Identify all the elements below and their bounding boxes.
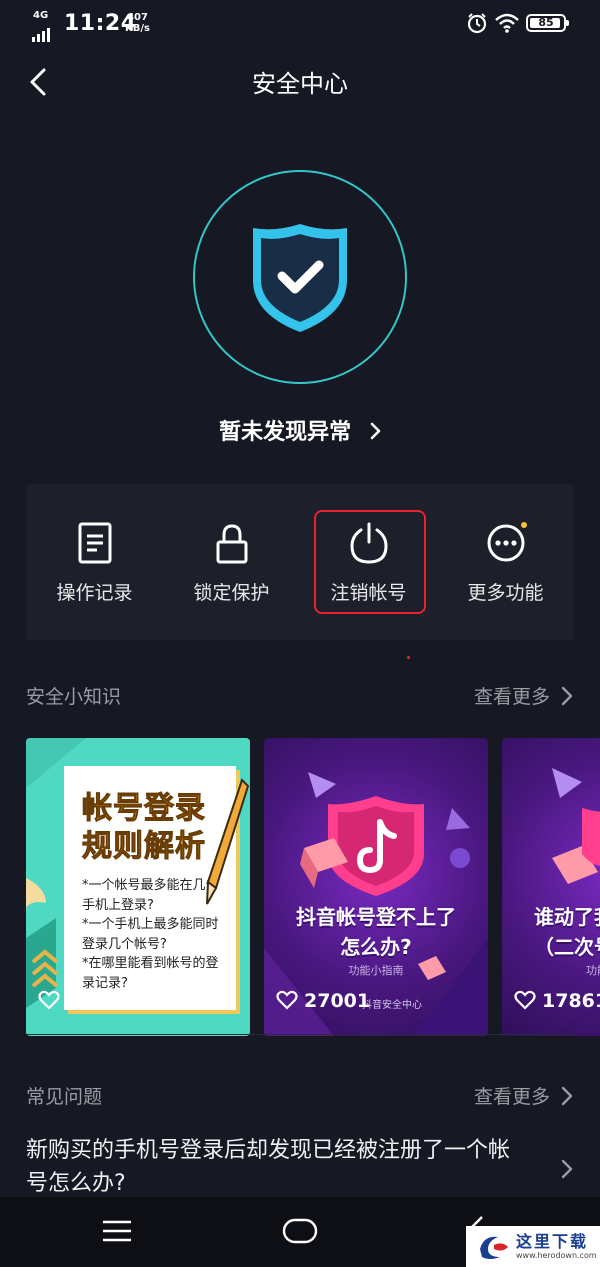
heart-icon xyxy=(276,990,298,1010)
function-label: 操作记录 xyxy=(56,582,133,604)
card-likes: 17861 xyxy=(514,990,600,1012)
knowledge-cards: 帐号登录 规则解析 *一个帐号最多能在几个 手机上登录? *一个手机上最多能同时… xyxy=(26,738,600,1036)
faq-more-link[interactable]: 查看更多 xyxy=(474,1082,550,1109)
signal-icon xyxy=(32,23,52,42)
security-status-label: 暂未发现异常 xyxy=(219,420,352,445)
card-title: 谁动了我 （二次号 xyxy=(534,902,600,962)
highlight-annotation xyxy=(314,510,426,614)
battery-icon: 85 xyxy=(526,14,569,32)
heart-icon xyxy=(514,990,536,1010)
chevron-right-icon xyxy=(370,422,381,440)
function-panel: 操作记录 锁定保护 注销帐号 更多功能 xyxy=(26,484,574,640)
chevron-right-icon[interactable] xyxy=(560,1158,574,1180)
site-watermark: 这里下载 www.herodown.com xyxy=(466,1226,600,1267)
faq-title: 常见问题 xyxy=(26,1086,103,1108)
watermark-url: www.herodown.com xyxy=(516,1251,597,1260)
security-status-link[interactable]: 暂未发现异常 xyxy=(0,414,600,446)
alarm-icon xyxy=(467,13,487,34)
card-title-line: 怎么办? xyxy=(340,935,412,959)
function-operation-log[interactable]: 操作记录 xyxy=(26,484,163,640)
faq-question[interactable]: 新购买的手机号登录后却发现已经被注册了一个帐 号怎么办? xyxy=(26,1134,556,1200)
speed-unit: KB/s xyxy=(125,23,150,34)
page-title: 安全中心 xyxy=(252,70,348,98)
card-body-line: *在哪里能看到帐号的登 xyxy=(82,956,219,971)
card-brand: 抖音安全中心 xyxy=(362,1000,422,1011)
knowledge-card[interactable]: 谁动了我 （二次号 功能 17861 xyxy=(502,738,600,1036)
indicator-dot xyxy=(407,656,410,659)
watermark-text: 这里下载 xyxy=(516,1232,589,1251)
faq-question-line: 号怎么办? xyxy=(26,1171,126,1196)
new-badge-dot xyxy=(519,520,529,530)
knowledge-section-header: 安全小知识 查看更多 xyxy=(26,682,574,712)
likes-count: 25926 xyxy=(66,990,133,1012)
knowledge-card[interactable]: 帐号登录 规则解析 *一个帐号最多能在几个 手机上登录? *一个手机上最多能同时… xyxy=(26,738,250,1036)
chevron-up-icon xyxy=(31,949,59,988)
knowledge-more-link[interactable]: 查看更多 xyxy=(474,682,550,709)
status-bar: 4G 11:24 407 KB/s 85 xyxy=(0,0,600,48)
card-headline-line: 帐号登录 xyxy=(82,791,206,827)
faq-section-header: 常见问题 查看更多 xyxy=(26,1082,574,1112)
section-divider xyxy=(26,1034,574,1035)
network-speed: 407 KB/s xyxy=(125,12,150,34)
chevron-right-icon[interactable] xyxy=(560,1085,574,1107)
knowledge-card[interactable]: 抖音帐号登不上了 怎么办? 功能小指南 抖音安全中心 27001 xyxy=(264,738,488,1036)
shield-check-icon xyxy=(253,224,347,332)
security-center-screen: 4G 11:24 407 KB/s 85 安全中心 暂未发现异常 操作记录 锁定… xyxy=(0,0,600,1267)
function-more[interactable]: 更多功能 xyxy=(437,484,574,640)
pencil-icon xyxy=(206,778,250,905)
card-likes: 27001 xyxy=(276,990,370,1012)
document-icon xyxy=(78,522,111,564)
card-title-line: 抖音帐号登不上了 xyxy=(296,905,456,929)
function-label: 更多功能 xyxy=(467,582,544,604)
network-type: 4G xyxy=(33,10,49,21)
menu-icon[interactable] xyxy=(101,1219,133,1243)
wifi-icon xyxy=(495,13,519,33)
card-likes: 25926 xyxy=(38,990,132,1012)
faq-question-line: 新购买的手机号登录后却发现已经被注册了一个帐 xyxy=(26,1138,511,1163)
card-title-line: 谁动了我 xyxy=(534,905,600,929)
card-subtitle: 功能小指南 xyxy=(348,964,404,977)
card-headline: 帐号登录 规则解析 xyxy=(82,790,206,866)
likes-count: 27001 xyxy=(304,990,371,1012)
battery-level: 85 xyxy=(538,16,554,29)
function-label: 锁定保护 xyxy=(193,582,270,604)
chevron-right-icon[interactable] xyxy=(560,685,574,707)
function-lock-protect[interactable]: 锁定保护 xyxy=(163,484,300,640)
speed-value: 407 xyxy=(127,12,148,23)
site-logo-icon xyxy=(480,1236,508,1259)
card-subtitle: 功能 xyxy=(586,964,600,977)
card-title: 抖音帐号登不上了 怎么办? xyxy=(264,902,488,962)
card-title-line: （二次号 xyxy=(534,935,600,959)
likes-count: 17861 xyxy=(542,990,600,1012)
heart-icon xyxy=(38,990,60,1010)
lock-icon xyxy=(216,524,247,564)
card-headline-line: 规则解析 xyxy=(82,829,206,865)
knowledge-title: 安全小知识 xyxy=(26,686,122,708)
home-icon[interactable] xyxy=(282,1217,318,1245)
card-body-line: *一个手机上最多能同时 xyxy=(82,917,219,932)
card-body-line: 登录几个帐号? xyxy=(82,936,167,952)
